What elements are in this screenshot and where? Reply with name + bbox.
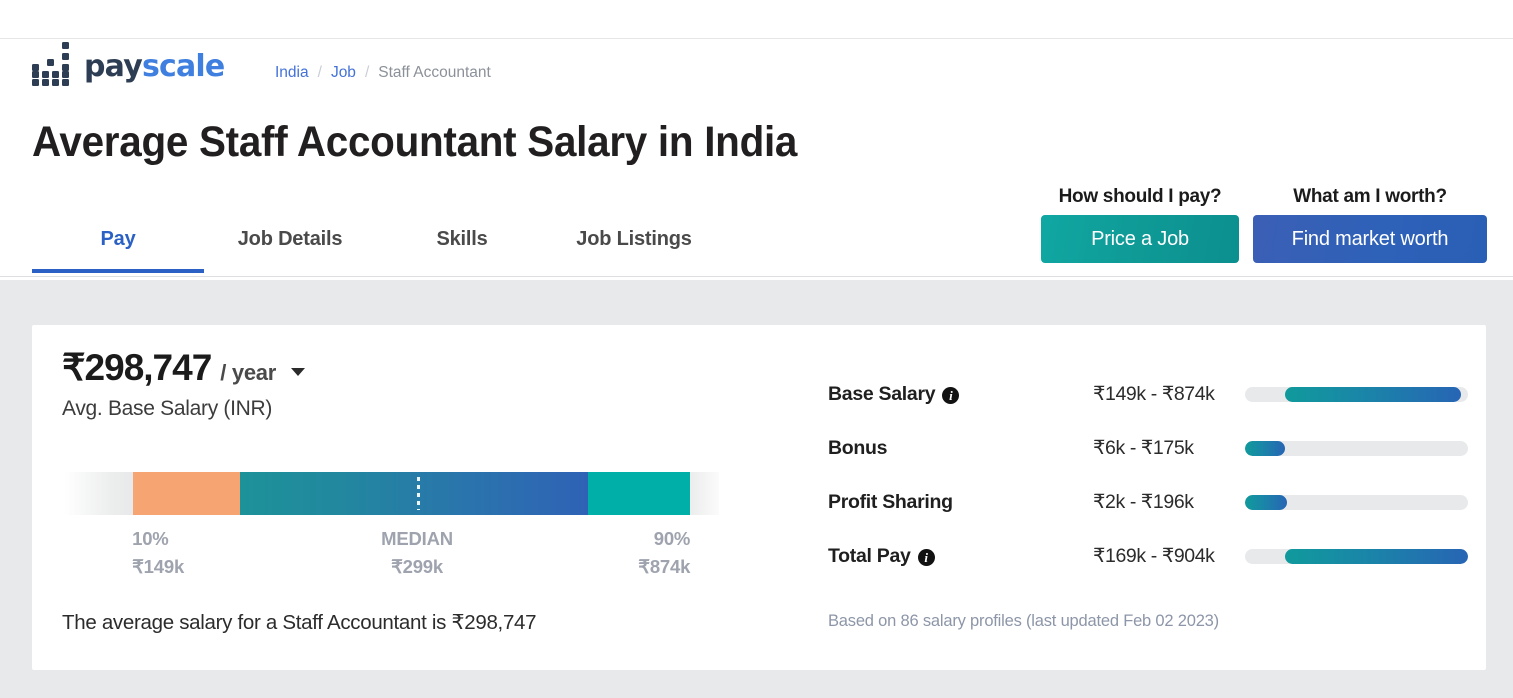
breadcrumb-item-india[interactable]: India xyxy=(275,62,309,84)
breadcrumb-item-job[interactable]: Job xyxy=(331,62,356,84)
price-a-job-button[interactable]: Price a Job xyxy=(1041,215,1239,263)
breakdown-fill xyxy=(1245,440,1286,456)
range-axis-labels: 10% ₹149k MEDIAN ₹299k 90% ₹874k xyxy=(64,525,719,587)
cta-employer-label: How should I pay? xyxy=(1058,186,1222,207)
salary-overview-panel: ₹298,747 / year Avg. Base Salary (INR) xyxy=(62,349,762,421)
range-label-high-percentile: 90% xyxy=(653,528,691,549)
range-segment-gradient xyxy=(239,472,588,515)
breakdown-fill xyxy=(1245,494,1288,510)
range-segment-fade-left xyxy=(64,472,133,515)
breakdown-name-bonus: Bonus xyxy=(828,437,1093,460)
range-label-high-value: ₹874k xyxy=(638,556,691,577)
range-label-high: 90% ₹874k xyxy=(638,525,690,581)
pay-breakdown-panel: Base Salary i ₹149k - ₹874k Bonus ₹6k - … xyxy=(828,367,1468,583)
brand-wordmark: payscale xyxy=(84,49,225,84)
table-row: Base Salary i ₹149k - ₹874k xyxy=(828,367,1468,421)
table-row: Bonus ₹6k - ₹175k xyxy=(828,421,1468,475)
breakdown-label: Bonus xyxy=(828,436,888,459)
tab-bar-divider xyxy=(0,276,1513,277)
range-label-median: MEDIAN ₹299k xyxy=(381,525,453,581)
breakdown-range-total-pay: ₹169k - ₹904k xyxy=(1093,545,1215,567)
tab-bar: Pay Job Details Skills Job Listings xyxy=(32,228,720,273)
range-label-low-value: ₹149k xyxy=(132,556,185,577)
range-label-low: 10% ₹149k xyxy=(132,525,184,581)
cta-employee: What am I worth? Find market worth xyxy=(1253,186,1487,263)
find-market-worth-button[interactable]: Find market worth xyxy=(1253,215,1487,263)
tab-job-listings[interactable]: Job Listings xyxy=(548,228,720,273)
salary-subtitle: Avg. Base Salary (INR) xyxy=(62,397,273,420)
salary-period-label: / year xyxy=(220,360,276,385)
range-label-median-percentile: MEDIAN xyxy=(381,528,453,549)
breakdown-name-base-salary: Base Salary i xyxy=(828,383,1093,406)
breadcrumb-item-current: Staff Accountant xyxy=(378,64,491,81)
breakdown-label: Base Salary xyxy=(828,382,936,405)
median-marker xyxy=(417,477,421,510)
brand-word-pay: pay xyxy=(84,49,143,84)
salary-amount-row: ₹298,747 / year xyxy=(62,349,762,386)
breadcrumb: India / Job / Staff Accountant xyxy=(275,62,491,84)
average-salary-sentence: The average salary for a Staff Accountan… xyxy=(62,611,537,634)
salary-range-chart: 10% ₹149k MEDIAN ₹299k 90% ₹874k xyxy=(64,472,719,587)
breakdown-fill xyxy=(1285,548,1468,564)
breakdown-name-profit-sharing: Profit Sharing xyxy=(828,491,1093,514)
breakdown-range-profit-sharing: ₹2k - ₹196k xyxy=(1093,491,1194,513)
page-title: Average Staff Accountant Salary in India xyxy=(32,118,798,166)
breakdown-name-total-pay: Total Pay i xyxy=(828,545,1093,568)
breakdown-track xyxy=(1245,440,1468,456)
header-top-divider xyxy=(0,38,1513,39)
cta-employer: How should I pay? Price a Job xyxy=(1041,186,1239,263)
page-body: ₹298,747 / year Avg. Base Salary (INR) 1… xyxy=(0,280,1513,698)
brand-word-scale: scale xyxy=(141,49,225,84)
info-icon[interactable]: i xyxy=(917,548,935,566)
breakdown-fill xyxy=(1285,386,1462,402)
page-header: payscale India / Job / Staff Accountant … xyxy=(0,0,1513,280)
brand-logo[interactable]: payscale xyxy=(32,42,225,86)
breakdown-track xyxy=(1245,548,1468,564)
breakdown-range-bonus: ₹6k - ₹175k xyxy=(1093,437,1194,459)
breakdown-track xyxy=(1245,494,1468,510)
range-label-median-value: ₹299k xyxy=(391,556,443,577)
chevron-down-icon[interactable] xyxy=(291,368,305,376)
tab-pay[interactable]: Pay xyxy=(32,228,204,273)
salary-range-bar xyxy=(64,472,719,515)
tab-skills[interactable]: Skills xyxy=(376,228,548,273)
tab-job-details[interactable]: Job Details xyxy=(204,228,376,273)
range-segment-orange xyxy=(132,472,240,515)
range-segment-green xyxy=(588,472,691,515)
breadcrumb-separator: / xyxy=(364,64,370,81)
average-salary-amount: ₹298,747 xyxy=(62,347,212,388)
table-row: Total Pay i ₹169k - ₹904k xyxy=(828,529,1468,583)
info-icon[interactable]: i xyxy=(942,386,960,404)
breakdown-label: Profit Sharing xyxy=(828,490,953,513)
salary-summary-card: ₹298,747 / year Avg. Base Salary (INR) 1… xyxy=(32,325,1486,670)
range-label-low-percentile: 10% xyxy=(132,528,169,549)
range-segment-fade-right xyxy=(690,472,719,515)
cta-employee-label: What am I worth? xyxy=(1293,186,1447,207)
breakdown-label: Total Pay xyxy=(828,544,911,567)
cta-group: How should I pay? Price a Job What am I … xyxy=(1041,186,1487,263)
breakdown-track xyxy=(1245,386,1468,402)
logo-dots-icon xyxy=(32,42,69,86)
breakdown-range-base-salary: ₹149k - ₹874k xyxy=(1093,383,1215,405)
payscale-dot-matrix-logo xyxy=(32,42,78,86)
breadcrumb-separator: / xyxy=(317,64,322,81)
table-row: Profit Sharing ₹2k - ₹196k xyxy=(828,475,1468,529)
sample-size-footnote: Based on 86 salary profiles (last update… xyxy=(828,612,1219,630)
